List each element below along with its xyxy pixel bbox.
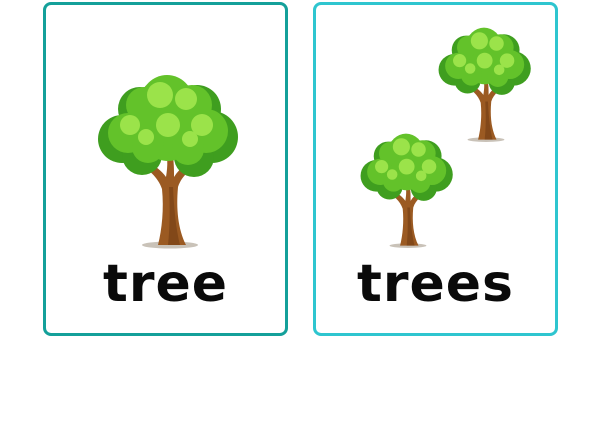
tree-icon	[82, 69, 252, 249]
word-label: tree	[102, 254, 229, 314]
word-label: trees	[357, 254, 514, 314]
tree-icon	[428, 23, 540, 143]
flashcard-trees: trees	[313, 2, 558, 336]
tree-icon	[350, 129, 462, 249]
flashcard-tree: tree	[43, 2, 288, 336]
